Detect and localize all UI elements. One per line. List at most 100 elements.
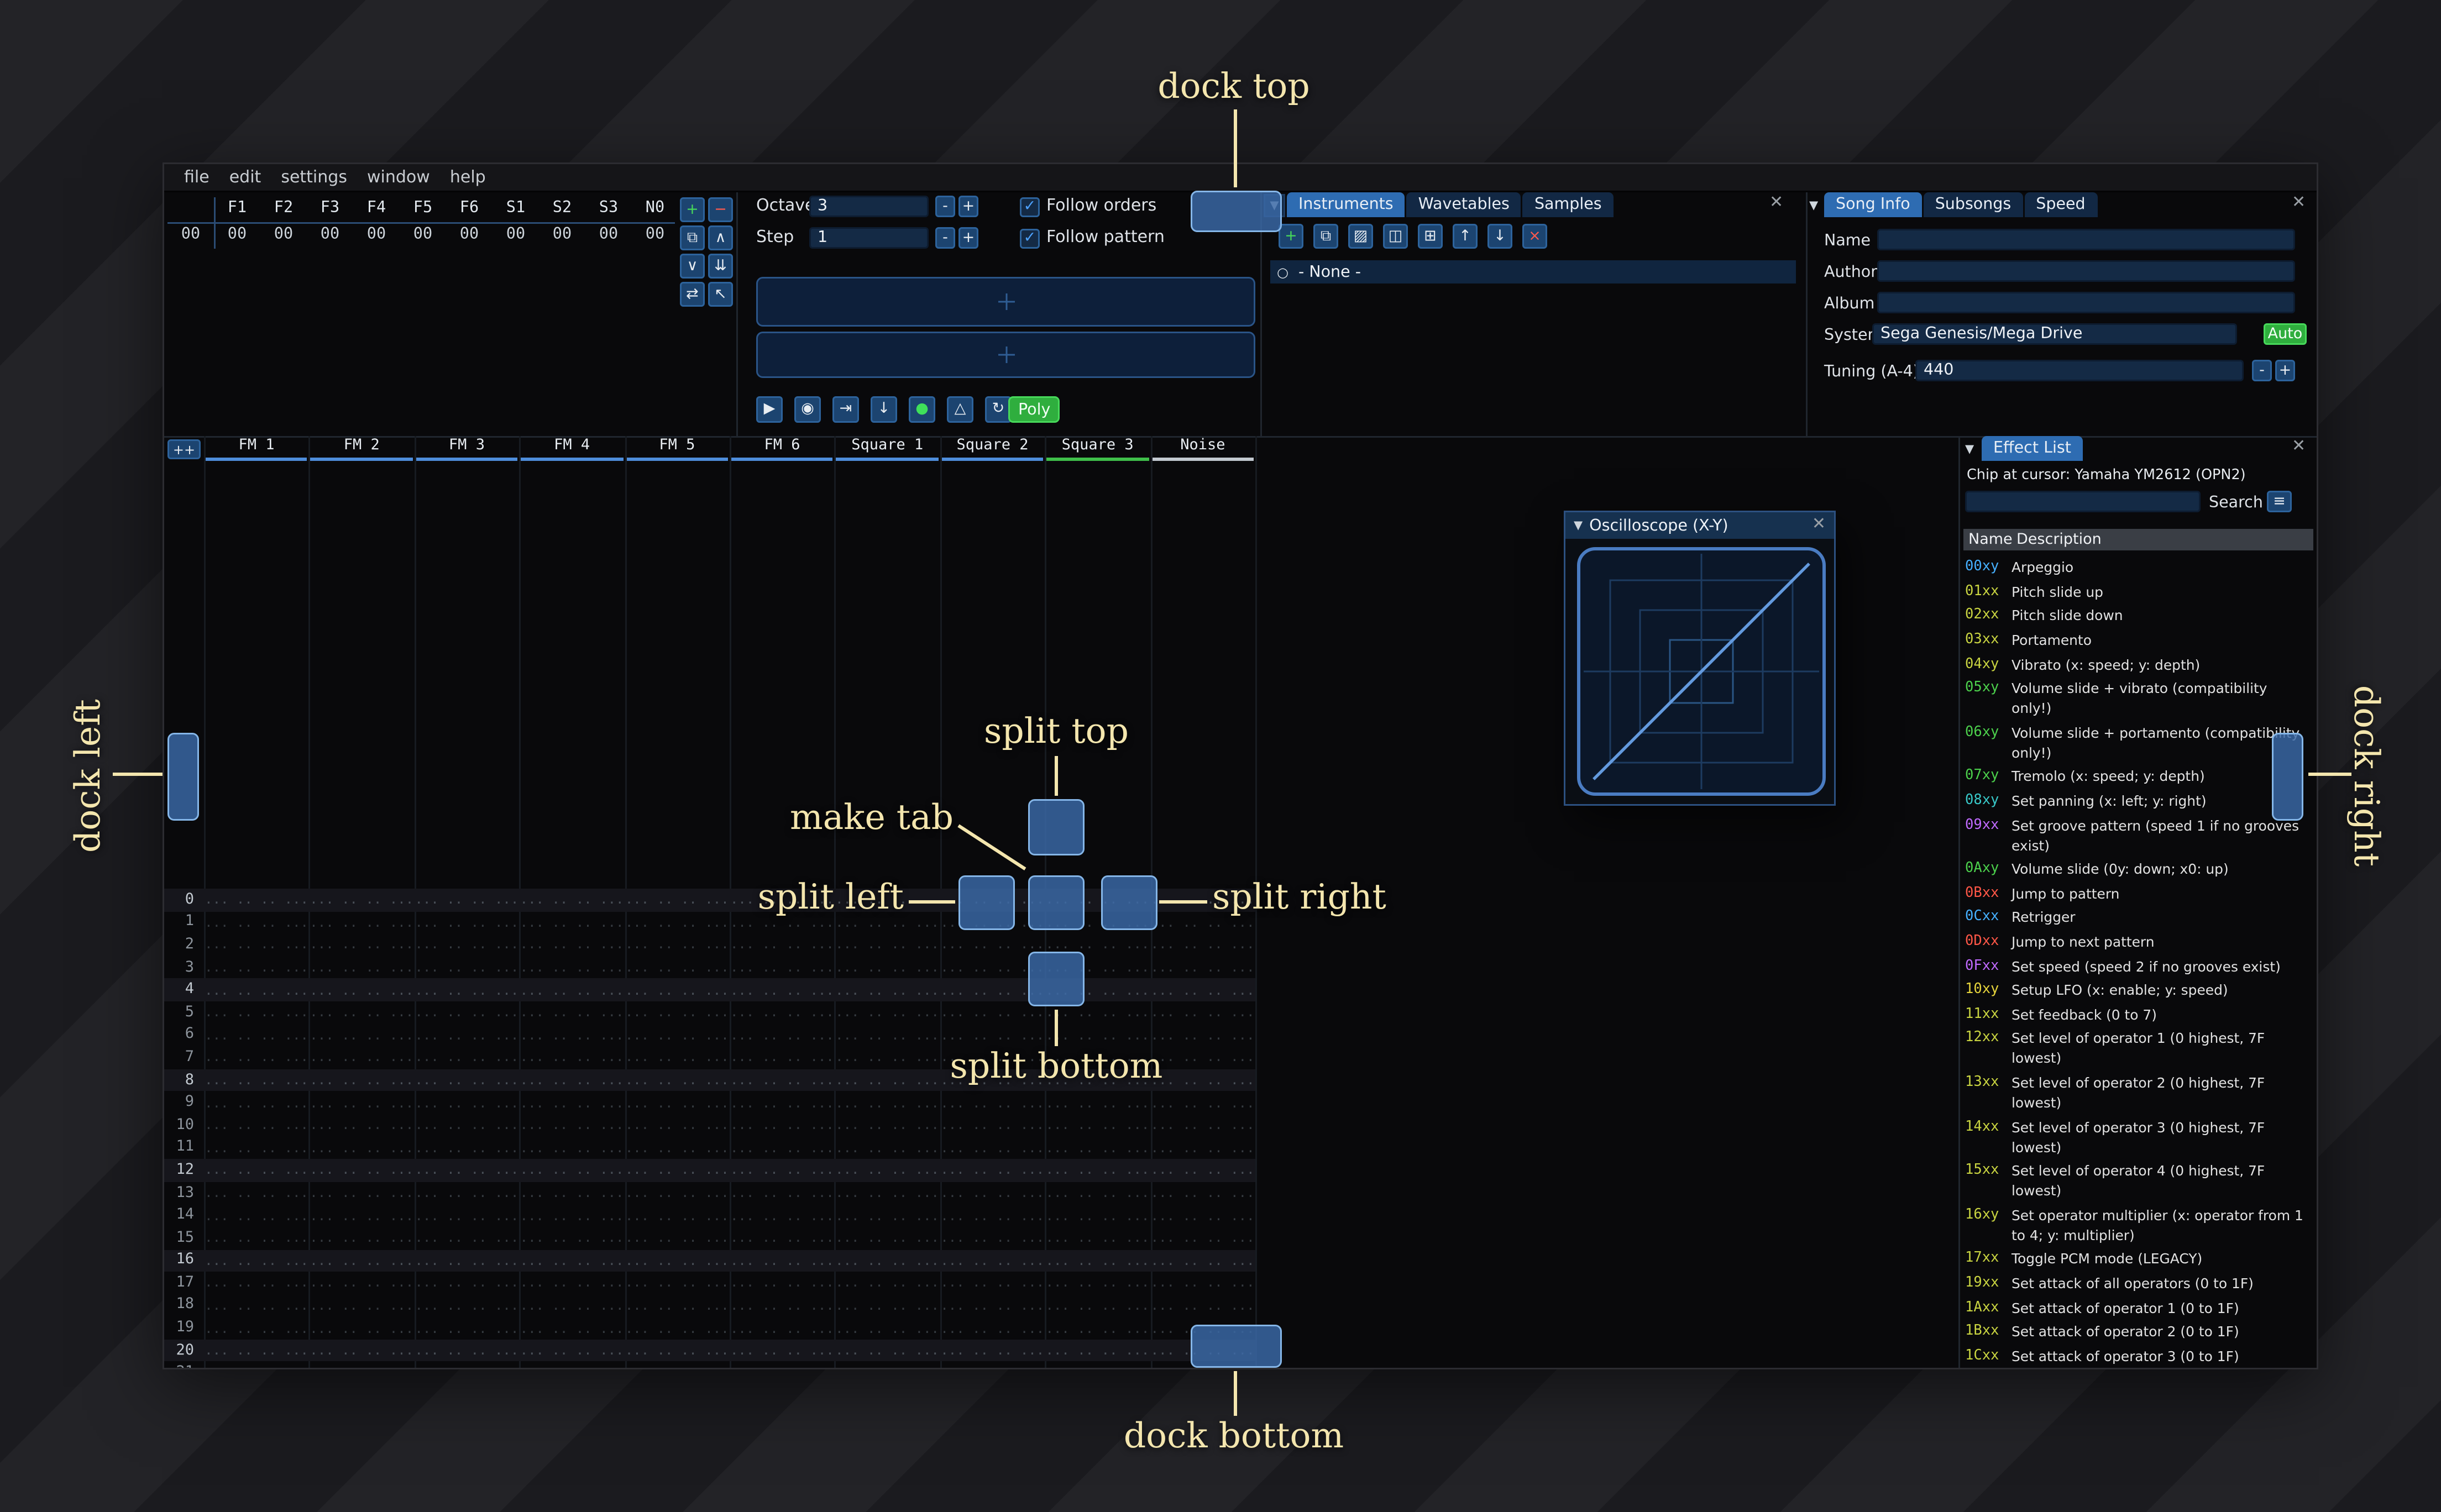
pattern-cell[interactable]: ... .. .. ... [204,1163,309,1178]
pattern-cell[interactable]: ... .. .. ... [204,1028,309,1043]
pattern-cell[interactable]: ... .. .. ... [309,893,414,907]
pattern-cell[interactable]: ... .. .. ... [730,1073,835,1088]
pattern-cell[interactable]: ... .. .. ... [730,1185,835,1200]
pattern-cell[interactable]: ... .. .. ... [309,1275,414,1290]
effect-row[interactable]: 05xy Volume slide + vibrato (compatibilit… [1965,676,2313,721]
pattern-cell[interactable]: ... .. .. ... [520,1050,625,1065]
pattern-cell[interactable]: ... .. .. ... [414,960,519,975]
pattern-cell[interactable]: ... .. .. ... [1045,1095,1150,1110]
pattern-cell[interactable]: ... .. .. ... [309,1005,414,1020]
order-cell[interactable]: 00 [260,225,307,244]
pattern-cell[interactable]: ... .. .. ... [309,1095,414,1110]
channel-header-square-1[interactable]: Square 1 [835,436,940,461]
oscilloscope-window[interactable]: ▼ Oscilloscope (X-Y) ✕ [1564,511,1836,806]
pattern-cell[interactable]: ... .. .. ... [730,1253,835,1268]
pattern-cell[interactable]: ... .. .. ... [204,1321,309,1336]
hamburger-menu-icon[interactable]: ≡ [2267,491,2292,512]
delete-instrument-button[interactable]: × [1522,224,1547,249]
pattern-cell[interactable]: ... .. .. ... [625,1275,730,1290]
order-change-mode-button[interactable]: ⇄ [680,282,705,307]
tab-samples[interactable]: Samples [1522,192,1614,217]
split-left-target[interactable] [958,875,1015,930]
pattern-cell[interactable]: ... .. .. ... [625,1118,730,1133]
pattern-cell[interactable]: ... .. .. ... [940,1005,1045,1020]
order-cell[interactable]: 00 [539,225,585,244]
repeat-pattern-button[interactable]: ↻ [985,396,1012,423]
order-row-number[interactable]: 00 [167,225,214,244]
effect-row[interactable]: 0Bxx Jump to pattern [1965,881,2313,906]
pattern-cell[interactable]: ... .. .. ... [1045,1231,1150,1246]
pattern-row[interactable]: 16... .. .. ...... .. .. ...... .. .. ..… [164,1249,1255,1272]
tab-effect-list[interactable]: Effect List [1982,436,2083,461]
oscilloscope-titlebar[interactable]: ▼ Oscilloscope (X-Y) ✕ [1565,512,1834,539]
close-icon[interactable]: ✕ [2292,439,2306,456]
pattern-cell[interactable]: ... .. .. ... [1045,1321,1150,1336]
order-cell[interactable]: 00 [493,225,539,244]
pattern-cell[interactable]: ... .. .. ... [204,960,309,975]
pattern-cell[interactable]: ... .. .. ... [835,1028,940,1043]
pattern-cell[interactable]: ... .. .. ... [1045,937,1150,952]
menu-item-settings[interactable]: settings [271,169,357,187]
pattern-cell[interactable]: ... .. .. ... [1150,983,1255,998]
pattern-cell[interactable]: ... .. .. ... [940,1185,1045,1200]
pattern-cell[interactable]: ... .. .. ... [1150,960,1255,975]
pattern-cell[interactable]: ... .. .. ... [730,1140,835,1155]
play-from-cursor-button[interactable]: ⇥ [832,396,859,423]
effect-row[interactable]: 12xx Set level of operator 1 (0 highest, … [1965,1026,2313,1070]
pattern-row[interactable]: 18... .. .. ...... .. .. ...... .. .. ..… [164,1294,1255,1317]
pattern-row[interactable]: 9... .. .. ...... .. .. ...... .. .. ...… [164,1091,1255,1114]
pattern-cell[interactable]: ... .. .. ... [940,1253,1045,1268]
effect-row[interactable]: 07xy Tremolo (x: speed; y: depth) [1965,764,2313,789]
channel-header-noise[interactable]: Noise [1150,436,1255,461]
effect-row[interactable]: 16xy Set operator multiplier (x: operator… [1965,1203,2313,1247]
pattern-cell[interactable]: ... .. .. ... [309,960,414,975]
pattern-cell[interactable]: ... .. .. ... [835,937,940,952]
pattern-cell[interactable]: ... .. .. ... [1045,1208,1150,1223]
pattern-cell[interactable]: ... .. .. ... [625,1208,730,1223]
step-increase-button[interactable]: + [958,227,978,249]
pattern-row[interactable]: 21... .. .. ...... .. .. ...... .. .. ..… [164,1362,1255,1368]
pattern-cell[interactable]: ... .. .. ... [835,1185,940,1200]
pattern-cell[interactable]: ... .. .. ... [625,1005,730,1020]
pattern-cell[interactable]: ... .. .. ... [1150,1298,1255,1313]
effect-row[interactable]: 0Fxx Set speed (speed 2 if no grooves exi… [1965,954,2313,978]
pattern-cell[interactable]: ... .. .. ... [835,1140,940,1155]
pattern-cell[interactable]: ... .. .. ... [309,1343,414,1358]
pattern-cell[interactable]: ... .. .. ... [730,1095,835,1110]
instrument-folders-button[interactable]: ⊞ [1418,224,1443,249]
pattern-cell[interactable]: ... .. .. ... [520,937,625,952]
field-input-album[interactable] [1877,292,2295,313]
pattern-cell[interactable]: ... .. .. ... [204,1140,309,1155]
pattern-cell[interactable]: ... .. .. ... [520,983,625,998]
expand-channels-button[interactable]: ++ [167,439,201,459]
pattern-row[interactable]: 17... .. .. ...... .. .. ...... .. .. ..… [164,1272,1255,1294]
pattern-cell[interactable]: ... .. .. ... [309,1140,414,1155]
pattern-cell[interactable]: ... .. .. ... [309,983,414,998]
step-decrease-button[interactable]: - [935,227,955,249]
pattern-cell[interactable]: ... .. .. ... [730,1028,835,1043]
pattern-cell[interactable]: ... .. .. ... [414,1366,519,1368]
collapse-arrow-icon[interactable]: ▼ [1574,519,1583,532]
pattern-row[interactable]: 15... .. .. ...... .. .. ...... .. .. ..… [164,1227,1255,1250]
pattern-cell[interactable]: ... .. .. ... [1045,1366,1150,1368]
menu-item-file[interactable]: file [174,169,219,187]
pattern-cell[interactable]: ... .. .. ... [204,983,309,998]
pattern-cell[interactable]: ... .. .. ... [730,1298,835,1313]
pattern-cell[interactable]: ... .. .. ... [1045,1253,1150,1268]
pattern-cell[interactable]: ... .. .. ... [309,1050,414,1065]
pattern-row[interactable]: 19... .. .. ...... .. .. ...... .. .. ..… [164,1317,1255,1340]
open-instrument-button[interactable]: ▨ [1348,224,1373,249]
pattern-cell[interactable]: ... .. .. ... [1150,1253,1255,1268]
pattern-cell[interactable]: ... .. .. ... [520,893,625,907]
pattern-cell[interactable]: ... .. .. ... [625,1050,730,1065]
remove-order-button[interactable]: − [708,197,733,222]
pattern-cell[interactable]: ... .. .. ... [414,1231,519,1246]
pattern-cell[interactable]: ... .. .. ... [835,1298,940,1313]
pattern-cell[interactable]: ... .. .. ... [625,1298,730,1313]
tuning-increase-button[interactable]: + [2275,360,2295,381]
pattern-cell[interactable]: ... .. .. ... [414,1118,519,1133]
pattern-cell[interactable]: ... .. .. ... [730,1231,835,1246]
pattern-cell[interactable]: ... .. .. ... [520,1253,625,1268]
play-button[interactable]: ▶ [756,396,783,423]
effect-row[interactable]: 01xx Pitch slide up [1965,580,2313,604]
